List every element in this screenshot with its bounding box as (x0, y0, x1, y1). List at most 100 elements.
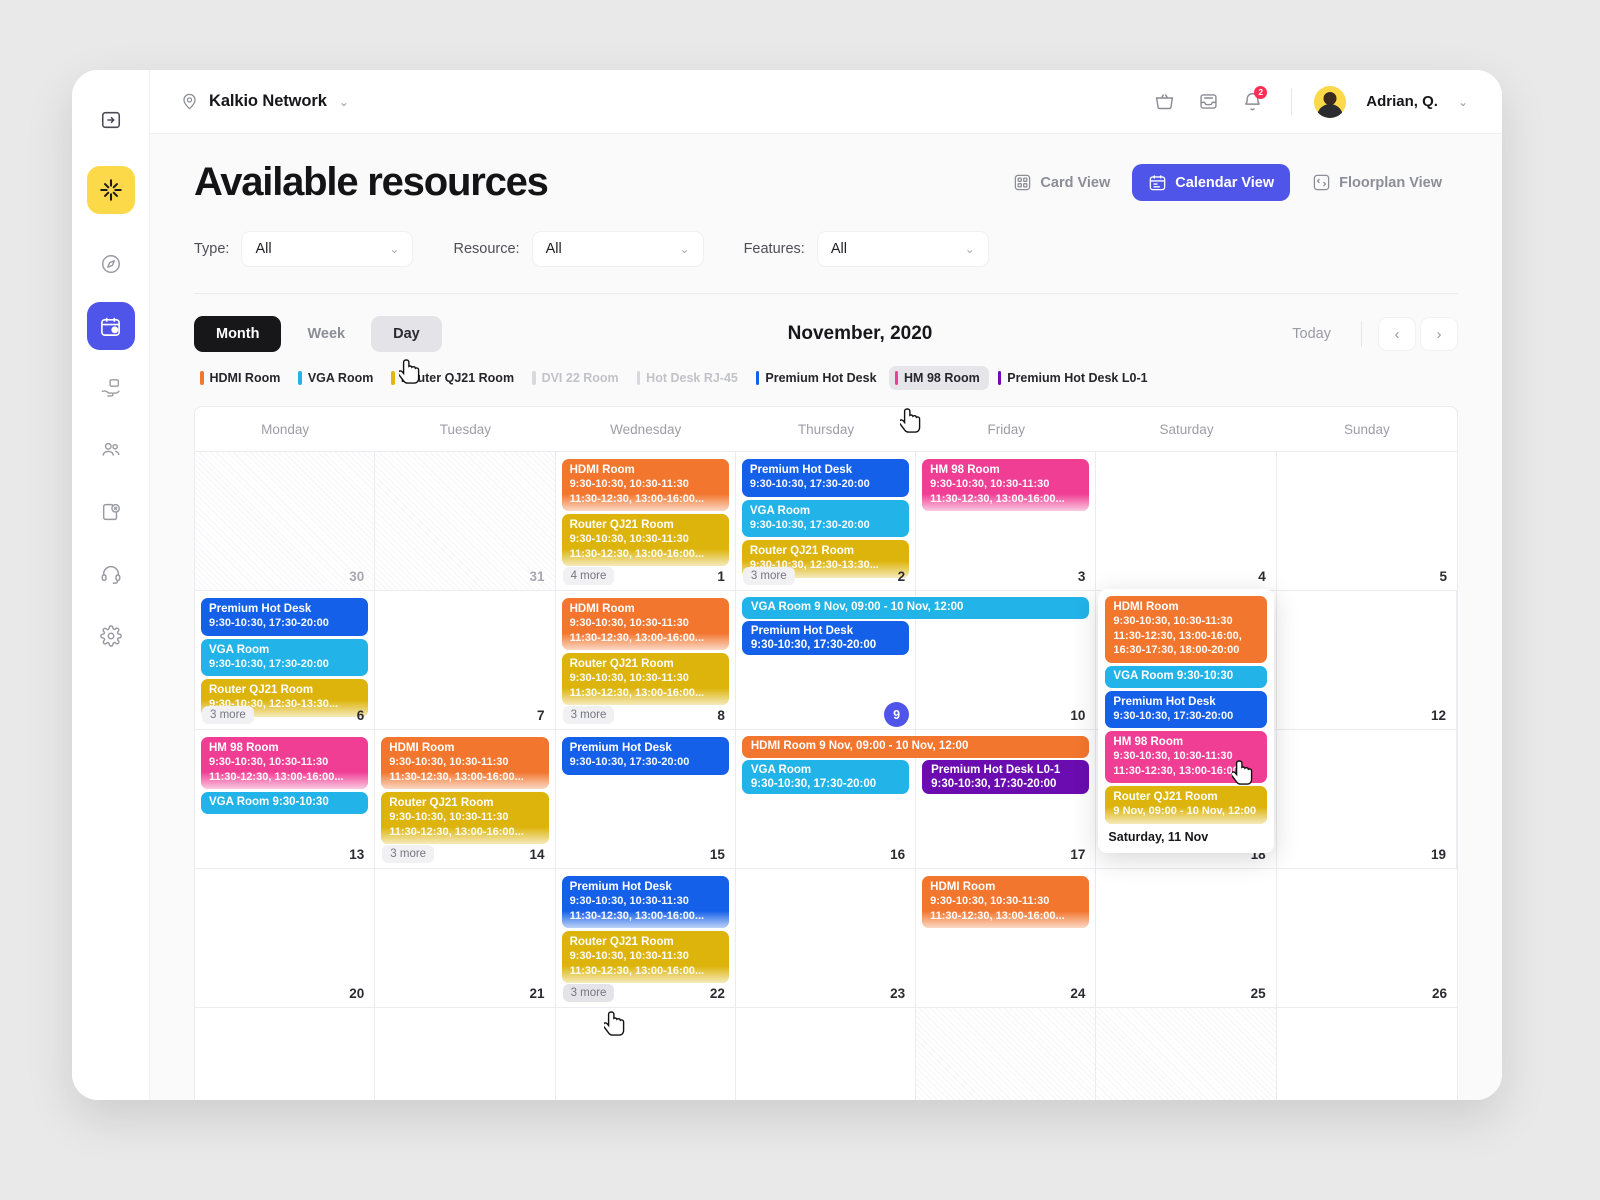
view-floorplan[interactable]: Floorplan View (1296, 164, 1458, 201)
calendar-event[interactable]: VGA Room 9:30-10:30, 17:30-20:00 (741, 499, 910, 537)
calendar-day-cell[interactable]: 19 (1277, 730, 1457, 868)
calendar-event[interactable]: HM 98 Room 9:30-10:30, 10:30-11:30 11:30-1… (922, 459, 1090, 511)
calendar-day-cell[interactable]: HDMI Room 9:30-10:30, 10:30-11:30 11:30-12… (916, 869, 1097, 1007)
calendar-event[interactable]: Premium Hot Desk 9:30-10:30, 10:30-11:30 1… (561, 876, 729, 928)
calendar-event[interactable]: Router QJ21 Room 9:30-10:30, 10:30-11:30 1… (561, 931, 729, 983)
calendar-event[interactable]: VGA Room 9:30-10:30, 17:30-20:00 (201, 638, 369, 676)
more-events-button[interactable]: 3 more (382, 845, 435, 863)
calendar-day-cell[interactable]: Premium Hot Desk 9:30-10:30, 10:30-11:30 1… (556, 869, 736, 1007)
view-calendar[interactable]: Calendar View (1132, 164, 1291, 201)
calendar-event[interactable]: Router QJ21 Room 9 Nov, 09:00 - 10 Nov, 1… (1105, 786, 1268, 824)
calendar-event[interactable]: Router QJ21 Room 9:30-10:30, 10:30-11:30 1… (561, 514, 729, 566)
calendar-day-cell[interactable] (556, 1008, 736, 1100)
calendar-day-cell[interactable]: Premium Hot Desk 9:30-10:30, 17:30-20:00 V… (736, 452, 917, 590)
calendar-day-cell[interactable] (916, 1008, 1097, 1100)
calendar-event[interactable]: HDMI Room 9:30-10:30, 10:30-11:30 11:30-12… (561, 459, 729, 511)
chevron-down-icon[interactable]: ⌄ (339, 95, 349, 109)
calendar-event[interactable]: Premium Hot Desk 9:30-10:30, 17:30-20:00 (561, 737, 729, 775)
legend-item-6[interactable]: HM 98 Room (888, 366, 989, 390)
calendar-day-cell[interactable]: HDMI Room 9:30-10:30, 10:30-11:30 11:30-12… (375, 730, 556, 868)
sidebar-item-services[interactable] (87, 364, 135, 412)
legend-item-2[interactable]: Router QJ21 Room (385, 366, 523, 390)
legend-item-4[interactable]: Hot Desk RJ-45 (631, 366, 747, 390)
legend-item-3[interactable]: DVI 22 Room (526, 366, 628, 390)
sidebar-item-support[interactable] (87, 550, 135, 598)
calendar-day-cell[interactable]: 5 (1277, 452, 1457, 590)
calendar-event[interactable]: HM 98 Room 9:30-10:30, 10:30-11:30 11:30-1… (201, 737, 369, 789)
calendar-event-span[interactable]: VGA Room 9:30-10:30, 17:30-20:00 (741, 760, 910, 794)
calendar-event[interactable]: Router QJ21 Room 9:30-10:30, 10:30-11:30 1… (561, 653, 729, 705)
today-button[interactable]: Today (1278, 318, 1345, 350)
calendar-event[interactable]: Premium Hot Desk 9:30-10:30, 17:30-20:00 (201, 598, 369, 636)
calendar-event[interactable]: HDMI Room 9:30-10:30, 10:30-11:30 11:30-12… (561, 598, 729, 650)
range-tab-week[interactable]: Week (285, 316, 367, 352)
calendar-day-cell[interactable] (736, 1008, 917, 1100)
filter-type-select[interactable]: All ⌄ (241, 231, 414, 267)
calendar-day-cell[interactable]: 21 (375, 869, 556, 1007)
sidebar-item-documents[interactable] (87, 488, 135, 536)
calendar-day-cell[interactable]: 7 (375, 591, 556, 729)
inbox-icon[interactable] (1191, 85, 1225, 119)
calendar-day-cell[interactable] (375, 1008, 556, 1100)
legend-item-0[interactable]: HDMI Room (194, 366, 289, 390)
filter-resource-select[interactable]: All ⌄ (531, 231, 704, 267)
calendar-event-span[interactable]: Premium Hot Desk L0-1 9:30-10:30, 17:30-2… (922, 760, 1090, 794)
sidebar-item-bookings[interactable] (86, 302, 135, 350)
calendar-event-span[interactable]: VGA Room 9 Nov, 09:00 - 10 Nov, 12:00 (741, 597, 1090, 619)
calendar-day-cell[interactable]: Premium Hot Desk 9:30-10:30, 17:30-20:00 V… (195, 591, 376, 729)
calendar-day-cell[interactable]: 4 (1096, 452, 1277, 590)
calendar-day-cell[interactable]: HM 98 Room 9:30-10:30, 10:30-11:30 11:30-1… (916, 452, 1097, 590)
calendar-event[interactable]: HDMI Room 9:30-10:30, 10:30-11:30 11:30-12… (381, 737, 549, 789)
collapse-panel-icon[interactable] (87, 96, 135, 144)
calendar-event[interactable]: HDMI Room 9:30-10:30, 10:30-11:30 11:30-12… (1105, 596, 1268, 663)
filter-features-select[interactable]: All ⌄ (816, 231, 989, 267)
sidebar-item-dashboard[interactable] (87, 240, 135, 288)
calendar-event[interactable]: Premium Hot Desk 9:30-10:30, 17:30-20:00 (741, 459, 910, 497)
calendar-day-cell[interactable]: Premium Hot Desk 9:30-10:30, 17:30-20:00 1… (556, 730, 736, 868)
sidebar-item-logo[interactable] (86, 166, 135, 214)
event-title: Router QJ21 Room (389, 797, 494, 809)
legend-item-7[interactable]: Premium Hot Desk L0-1 (992, 366, 1157, 390)
view-card[interactable]: Card View (997, 164, 1126, 201)
chevron-right-icon[interactable]: › (1420, 317, 1458, 351)
calendar-day-cell[interactable]: HDMI Room 9:30-10:30, 10:30-11:30 11:30-12… (556, 452, 736, 590)
bell-icon[interactable]: 2 (1235, 85, 1269, 119)
calendar-day-cell[interactable] (195, 1008, 376, 1100)
calendar-day-cell[interactable] (1096, 1008, 1277, 1100)
calendar-day-cell[interactable]: HM 98 Room 9:30-10:30, 10:30-11:30 11:30-1… (195, 730, 376, 868)
calendar-event[interactable]: VGA Room 9:30-10:30 (201, 792, 369, 814)
range-tab-day[interactable]: Day (371, 316, 442, 352)
more-events-button[interactable]: 3 more (202, 706, 254, 724)
calendar-day-cell[interactable]: 23 (736, 869, 917, 1007)
day-events-popup[interactable]: HDMI Room 9:30-10:30, 10:30-11:30 11:30-12… (1098, 589, 1275, 853)
event-times: 9:30-10:30, 10:30-11:30 (930, 478, 1050, 490)
calendar-day-cell[interactable]: 12 (1277, 591, 1457, 729)
calendar-event[interactable]: Premium Hot Desk 9:30-10:30, 17:30-20:00 (1105, 690, 1268, 728)
calendar-day-cell[interactable]: 25 (1096, 869, 1277, 1007)
avatar[interactable] (1314, 85, 1347, 118)
calendar-event-span[interactable]: Premium Hot Desk 9:30-10:30, 17:30-20:00 (741, 621, 910, 655)
calendar-day-cell[interactable] (1277, 1008, 1457, 1100)
sidebar-item-people[interactable] (87, 426, 135, 474)
calendar-day-cell[interactable]: HDMI Room 9:30-10:30, 10:30-11:30 11:30-12… (556, 591, 736, 729)
more-events-button[interactable]: 3 more (562, 984, 615, 1002)
chevron-down-icon[interactable]: ⌄ (1458, 95, 1468, 109)
sidebar-item-settings[interactable] (87, 612, 135, 660)
calendar-day-cell[interactable]: 30 (195, 452, 376, 590)
calendar-event[interactable]: VGA Room 9:30-10:30 (1105, 665, 1268, 688)
calendar-event-span[interactable]: HDMI Room 9 Nov, 09:00 - 10 Nov, 12:00 (741, 736, 1090, 758)
more-events-button[interactable]: 3 more (742, 567, 795, 585)
calendar-day-cell[interactable]: 20 (195, 869, 376, 1007)
chevron-left-icon[interactable]: ‹ (1378, 317, 1416, 351)
legend-item-1[interactable]: VGA Room (292, 366, 382, 390)
calendar-day-cell[interactable]: 31 (375, 452, 556, 590)
more-events-button[interactable]: 3 more (562, 706, 615, 724)
calendar-event[interactable]: HDMI Room 9:30-10:30, 10:30-11:30 11:30-12… (922, 876, 1090, 928)
calendar-day-cell[interactable]: 26 (1277, 869, 1457, 1007)
more-events-button[interactable]: 4 more (562, 567, 615, 585)
calendar-event[interactable]: Router QJ21 Room 9:30-10:30, 10:30-11:30 1… (381, 792, 549, 844)
calendar-event[interactable]: HM 98 Room 9:30-10:30, 10:30-11:30 11:30-1… (1105, 731, 1268, 783)
range-tab-month[interactable]: Month (194, 316, 282, 352)
legend-item-5[interactable]: Premium Hot Desk (750, 366, 886, 390)
basket-icon[interactable] (1147, 85, 1181, 119)
